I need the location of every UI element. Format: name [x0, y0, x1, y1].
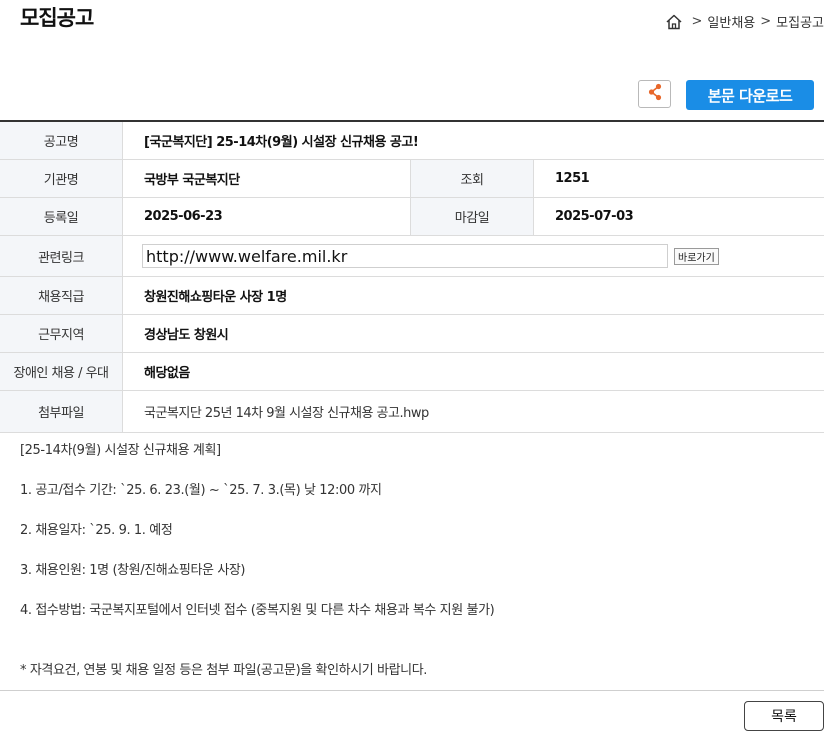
related-link-label: 관련링크	[0, 236, 123, 276]
related-link-field[interactable]: http://www.welfare.mil.kr	[142, 244, 668, 268]
home-icon[interactable]	[665, 13, 683, 31]
breadcrumb-item-general-recruitment[interactable]: 일반채용	[707, 12, 755, 31]
body-note: * 자격요건, 연봉 및 채용 일정 등은 첨부 파일(공고문)을 확인하시기 …	[20, 663, 428, 678]
attachment-label: 첨부파일	[0, 391, 123, 432]
table-row: 장애인 채용 / 우대 해당없음	[0, 353, 824, 391]
table-row: 근무지역 경상남도 창원시	[0, 315, 824, 353]
breadcrumb-item-recruitment-notice[interactable]: 모집공고	[776, 12, 824, 31]
disability-hiring-label: 장애인 채용 / 우대	[0, 353, 123, 390]
announcement-label: 공고명	[0, 122, 123, 159]
table-row: 첨부파일 국군복지단 25년 14차 9월 시설장 신규채용 공고.hwp	[0, 391, 824, 433]
deadline-label: 마감일	[411, 198, 534, 235]
share-button[interactable]	[638, 80, 671, 108]
body-item-period: 1. 공고/접수 기간: `25. 6. 23.(월) ~ `25. 7. 3.…	[20, 483, 382, 498]
table-row: 채용직급 창원진해쇼핑타운 사장 1명	[0, 277, 824, 315]
notice-body: [25-14차(9월) 시설장 신규채용 계획] 1. 공고/접수 기간: `2…	[20, 441, 495, 681]
work-location-value: 경상남도 창원시	[144, 328, 229, 343]
position-value: 창원진해쇼핑타운 사장 1명	[144, 290, 287, 305]
table-row: 관련링크 http://www.welfare.mil.kr 바로가기	[0, 236, 824, 277]
breadcrumb: > 일반채용 > 모집공고	[665, 12, 824, 31]
share-icon	[647, 83, 663, 105]
page-title: 모집공고	[20, 6, 94, 30]
agency-value: 국방부 국군복지단	[123, 160, 411, 197]
table-row: 공고명 [국군복지단] 25-14차(9월) 시설장 신규채용 공고!	[0, 122, 824, 160]
agency-label: 기관명	[0, 160, 123, 197]
attachment-file-link[interactable]: 국군복지단 25년 14차 9월 시설장 신규채용 공고.hwp	[123, 391, 824, 432]
table-row: 등록일 2025-06-23 마감일 2025-07-03	[0, 198, 824, 236]
body-item-headcount: 3. 채용인원: 1명 (창원/진해쇼핑타운 사장)	[20, 563, 246, 578]
go-to-link-button[interactable]: 바로가기	[674, 247, 719, 265]
list-button[interactable]: 목록	[744, 701, 824, 731]
body-item-hire-date: 2. 채용일자: `25. 9. 1. 예정	[20, 523, 173, 538]
registered-date-value: 2025-06-23	[123, 198, 411, 235]
announcement-value: [국군복지단] 25-14차(9월) 시설장 신규채용 공고!	[144, 135, 419, 150]
divider	[0, 690, 824, 691]
work-location-label: 근무지역	[0, 315, 123, 352]
disability-hiring-value: 해당없음	[144, 366, 190, 381]
breadcrumb-separator: >	[760, 14, 772, 29]
notice-detail-table: 공고명 [국군복지단] 25-14차(9월) 시설장 신규채용 공고! 기관명 …	[0, 120, 824, 433]
related-link-cell: http://www.welfare.mil.kr 바로가기	[123, 236, 824, 276]
views-label: 조회	[411, 160, 534, 197]
body-item-application-method: 4. 접수방법: 국군복지포털에서 인터넷 접수 (중복지원 및 다른 차수 채…	[20, 603, 495, 618]
body-heading: [25-14차(9월) 시설장 신규채용 계획]	[20, 443, 221, 458]
download-body-button[interactable]: 본문 다운로드	[686, 80, 814, 110]
deadline-value: 2025-07-03	[555, 209, 634, 224]
table-row: 기관명 국방부 국군복지단 조회 1251	[0, 160, 824, 198]
breadcrumb-separator: >	[691, 14, 703, 29]
registered-date-label: 등록일	[0, 198, 123, 235]
views-value: 1251	[555, 171, 590, 186]
position-label: 채용직급	[0, 277, 123, 314]
